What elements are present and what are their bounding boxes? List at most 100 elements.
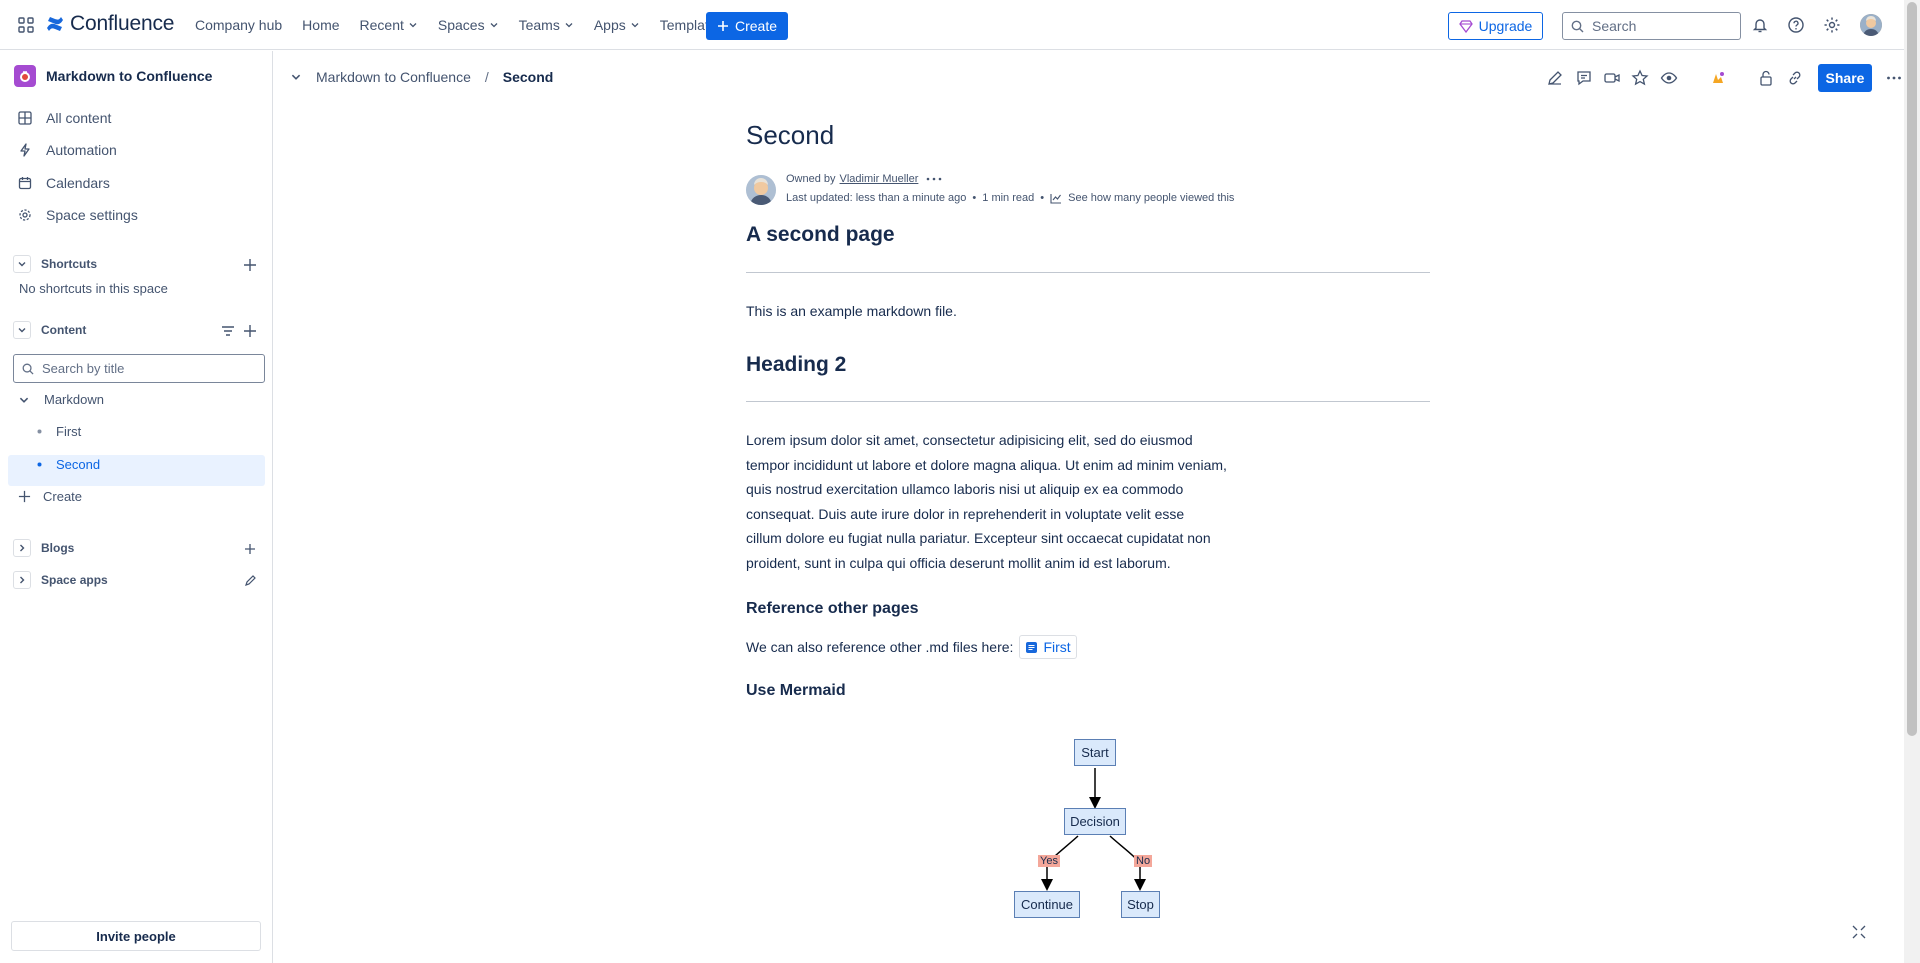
pencil-icon[interactable] bbox=[244, 575, 256, 587]
watch-eye-icon[interactable] bbox=[1660, 69, 1678, 87]
chevron-down-icon[interactable] bbox=[13, 321, 31, 339]
chevron-down-icon[interactable] bbox=[290, 71, 302, 83]
plus-icon bbox=[18, 490, 31, 503]
upgrade-button[interactable]: Upgrade bbox=[1448, 12, 1543, 40]
gear-icon bbox=[18, 208, 32, 222]
breadcrumb: Markdown to Confluence / Second bbox=[290, 69, 553, 85]
mermaid-node-decision: Decision bbox=[1064, 808, 1126, 835]
nav-label: Company hub bbox=[195, 17, 283, 33]
lorem-line: cillum dolore eu fugiat nulla pariatur. … bbox=[746, 530, 1211, 547]
lorem-line: Lorem ipsum dolor sit amet, consectetur … bbox=[746, 432, 1193, 448]
nav-company-hub[interactable]: Company hub bbox=[195, 9, 282, 41]
chevron-right-icon[interactable] bbox=[13, 539, 31, 557]
search-icon bbox=[1571, 20, 1584, 33]
search-by-title-input[interactable]: Search by title bbox=[13, 354, 265, 383]
edit-pencil-icon[interactable] bbox=[1546, 69, 1564, 87]
share-label: Share bbox=[1825, 70, 1865, 86]
sidebar-item-label: Automation bbox=[46, 142, 117, 158]
settings-gear-icon[interactable] bbox=[1823, 16, 1841, 34]
comment-icon[interactable] bbox=[1575, 69, 1593, 87]
add-blog-plus-icon[interactable] bbox=[244, 543, 256, 555]
heading-a-second-page: A second page bbox=[746, 223, 895, 246]
breadcrumb-current[interactable]: Second bbox=[503, 69, 554, 85]
lorem-paragraph: Lorem ipsum dolor sit amet, consectetur … bbox=[746, 428, 1227, 576]
invite-people-button[interactable]: Invite people bbox=[11, 921, 261, 951]
filter-icon[interactable] bbox=[220, 323, 236, 339]
lorem-line: quis nostrud exercitation ullamco labori… bbox=[746, 481, 1184, 498]
sidebar-item-label: All content bbox=[46, 110, 112, 126]
chevron-down-icon bbox=[408, 20, 418, 30]
more-options-icon[interactable] bbox=[1885, 69, 1903, 87]
more-horizontal-icon[interactable] bbox=[926, 176, 942, 182]
owner-link[interactable]: Vladimir Mueller bbox=[840, 173, 919, 185]
shortcuts-section-header[interactable]: Shortcuts bbox=[13, 255, 97, 273]
chevron-right-icon[interactable] bbox=[13, 571, 31, 589]
owner-avatar[interactable] bbox=[746, 175, 776, 205]
nav-teams[interactable]: Teams bbox=[519, 9, 574, 41]
bell-icon[interactable] bbox=[1751, 16, 1769, 34]
create-label: Create bbox=[43, 489, 83, 504]
share-button[interactable]: Share bbox=[1818, 64, 1872, 92]
tree-item-label: Markdown bbox=[44, 392, 104, 407]
tree-create-button[interactable]: Create bbox=[18, 489, 82, 504]
scrollbar-thumb[interactable] bbox=[1907, 2, 1917, 736]
views-link[interactable]: See how many people viewed this bbox=[1068, 192, 1234, 204]
sidebar-item-calendars[interactable]: Calendars bbox=[18, 175, 110, 191]
first-page-link[interactable]: First bbox=[1019, 635, 1077, 659]
sidebar-item-automation[interactable]: Automation bbox=[18, 142, 117, 158]
content-section-header[interactable]: Content bbox=[13, 321, 86, 339]
nav-apps[interactable]: Apps bbox=[594, 9, 640, 41]
video-icon[interactable] bbox=[1603, 69, 1621, 87]
sidebar-item-all-content[interactable]: All content bbox=[18, 110, 111, 126]
chevron-down-icon[interactable] bbox=[18, 394, 30, 406]
nav-spaces[interactable]: Spaces bbox=[438, 9, 499, 41]
blogs-section-header[interactable]: Blogs bbox=[13, 539, 74, 557]
tree-item-second[interactable]: Second bbox=[37, 457, 100, 472]
read-time: 1 min read bbox=[982, 192, 1035, 204]
reference-line: We can also reference other .md files he… bbox=[746, 635, 1077, 659]
search-placeholder: Search by title bbox=[42, 361, 125, 376]
content-label: Content bbox=[41, 323, 87, 337]
search-input[interactable]: Search bbox=[1562, 12, 1741, 40]
upgrade-label: Upgrade bbox=[1478, 18, 1533, 34]
sidebar-item-space-settings[interactable]: Space settings bbox=[18, 207, 138, 223]
invite-label: Invite people bbox=[96, 928, 176, 944]
heading-rule bbox=[746, 401, 1430, 402]
nav-recent[interactable]: Recent bbox=[360, 9, 418, 41]
lock-icon[interactable] bbox=[1757, 69, 1775, 87]
search-placeholder: Search bbox=[1592, 18, 1637, 34]
shortcuts-label: Shortcuts bbox=[41, 257, 98, 271]
lightning-icon bbox=[18, 143, 32, 157]
create-button[interactable]: Create bbox=[706, 12, 788, 40]
space-apps-section-header[interactable]: Space apps bbox=[13, 571, 108, 589]
bullet-icon bbox=[37, 429, 42, 434]
mermaid-node-stop: Stop bbox=[1121, 891, 1160, 918]
nav-label: Home bbox=[302, 17, 340, 33]
collapse-expand-icon[interactable] bbox=[1850, 923, 1868, 941]
add-content-plus-icon[interactable] bbox=[242, 323, 258, 339]
last-updated: Last updated: less than a minute ago bbox=[786, 192, 967, 204]
tree-item-markdown[interactable]: Markdown bbox=[18, 392, 104, 407]
breadcrumb-space-link[interactable]: Markdown to Confluence bbox=[316, 69, 471, 85]
confluence-logo[interactable]: Confluence bbox=[46, 12, 174, 36]
link-icon[interactable] bbox=[1786, 69, 1804, 87]
page-meta-line: Last updated: less than a minute ago • 1… bbox=[786, 192, 1234, 204]
mermaid-edge-label-yes: Yes bbox=[1038, 855, 1060, 867]
sidebar-item-label: Calendars bbox=[46, 175, 110, 191]
chevron-down-icon[interactable] bbox=[13, 255, 31, 273]
heading-rule bbox=[746, 272, 1430, 273]
chevron-down-icon bbox=[564, 20, 574, 30]
help-icon[interactable] bbox=[1787, 16, 1805, 34]
lorem-line: proident, sunt in culpa qui officia dese… bbox=[746, 554, 1171, 571]
confluence-logo-icon bbox=[46, 15, 64, 33]
space-apps-label: Space apps bbox=[41, 573, 108, 587]
tree-item-first[interactable]: First bbox=[37, 424, 81, 439]
add-shortcut-plus-icon[interactable] bbox=[242, 257, 258, 273]
meta-bullet: • bbox=[972, 192, 977, 204]
nav-home[interactable]: Home bbox=[302, 9, 339, 41]
app-switcher-icon[interactable] bbox=[18, 17, 34, 33]
ai-sparkle-icon[interactable] bbox=[1709, 69, 1727, 87]
star-icon[interactable] bbox=[1631, 69, 1649, 87]
space-header[interactable]: Markdown to Confluence bbox=[14, 65, 212, 87]
user-avatar[interactable] bbox=[1860, 14, 1882, 36]
